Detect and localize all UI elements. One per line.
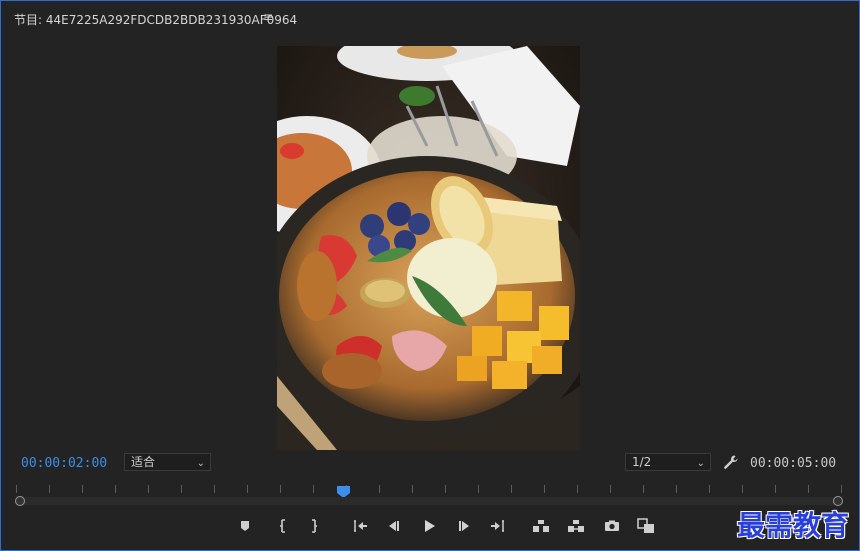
ruler-tick bbox=[511, 485, 512, 493]
playback-resolution-value: 1/2 bbox=[632, 455, 652, 469]
scroll-handle-left[interactable] bbox=[15, 496, 25, 506]
ruler-tick bbox=[841, 485, 842, 493]
ruler-tick bbox=[148, 485, 149, 493]
go-to-out-icon[interactable] bbox=[488, 517, 508, 535]
ruler-tick bbox=[412, 485, 413, 493]
ruler-tick bbox=[577, 485, 578, 493]
ruler-tick bbox=[445, 485, 446, 493]
lift-icon[interactable] bbox=[531, 517, 551, 535]
chevron-down-icon: ⌄ bbox=[696, 458, 705, 469]
zoom-scrollbar[interactable] bbox=[15, 496, 843, 506]
ruler-tick bbox=[247, 485, 248, 493]
step-forward-icon[interactable] bbox=[454, 517, 474, 535]
duration-timecode: 00:00:05:00 bbox=[750, 456, 837, 471]
step-back-icon[interactable] bbox=[384, 517, 404, 535]
ruler-tick bbox=[82, 485, 83, 493]
ruler-tick bbox=[280, 485, 281, 493]
video-frame-image bbox=[277, 46, 580, 450]
mark-in-icon[interactable] bbox=[273, 517, 293, 535]
playhead-handle[interactable] bbox=[337, 483, 350, 498]
panel-header: 节目: 44E7225A292FDCDB2BDB231930AF0964 ≡ bbox=[1, 1, 859, 31]
ruler-tick bbox=[49, 485, 50, 493]
program-monitor-panel: 节目: 44E7225A292FDCDB2BDB231930AF0964 ≡ 0… bbox=[0, 0, 860, 551]
ruler-tick bbox=[115, 485, 116, 493]
comparison-view-icon[interactable] bbox=[636, 517, 656, 535]
panel-title[interactable]: 节目: 44E7225A292FDCDB2BDB231930AF0964 bbox=[14, 11, 297, 28]
ruler-tick bbox=[313, 485, 314, 493]
extract-icon[interactable] bbox=[566, 517, 586, 535]
playback-resolution-dropdown[interactable]: 1/2 ⌄ bbox=[625, 453, 711, 471]
ruler-tick bbox=[742, 485, 743, 493]
play-icon[interactable] bbox=[419, 517, 439, 535]
chevron-down-icon: ⌄ bbox=[196, 458, 205, 469]
ruler-tick bbox=[214, 485, 215, 493]
ruler-tick bbox=[478, 485, 479, 493]
zoom-fit-value: 适合 bbox=[131, 455, 156, 469]
export-frame-icon[interactable] bbox=[602, 517, 622, 535]
ruler-tick bbox=[544, 485, 545, 493]
watermark-text: 最需教育 bbox=[737, 509, 850, 542]
add-marker-icon[interactable] bbox=[235, 517, 255, 535]
transport-controls bbox=[1, 517, 860, 537]
ruler-tick bbox=[676, 485, 677, 493]
time-ruler[interactable] bbox=[16, 483, 842, 495]
hamburger-menu-icon[interactable]: ≡ bbox=[263, 10, 273, 24]
ruler-tick bbox=[709, 485, 710, 493]
ruler-tick bbox=[643, 485, 644, 493]
ruler-tick bbox=[379, 485, 380, 493]
ruler-tick bbox=[181, 485, 182, 493]
mark-out-icon[interactable] bbox=[304, 517, 324, 535]
go-to-in-icon[interactable] bbox=[350, 517, 370, 535]
ruler-tick bbox=[16, 485, 17, 493]
ruler-tick bbox=[775, 485, 776, 493]
ruler-tick bbox=[610, 485, 611, 493]
video-preview[interactable] bbox=[277, 46, 580, 450]
current-timecode[interactable]: 00:00:02:00 bbox=[21, 456, 107, 471]
settings-wrench-icon[interactable] bbox=[722, 454, 740, 470]
ruler-tick bbox=[808, 485, 809, 493]
zoom-fit-dropdown[interactable]: 适合 ⌄ bbox=[124, 453, 211, 471]
